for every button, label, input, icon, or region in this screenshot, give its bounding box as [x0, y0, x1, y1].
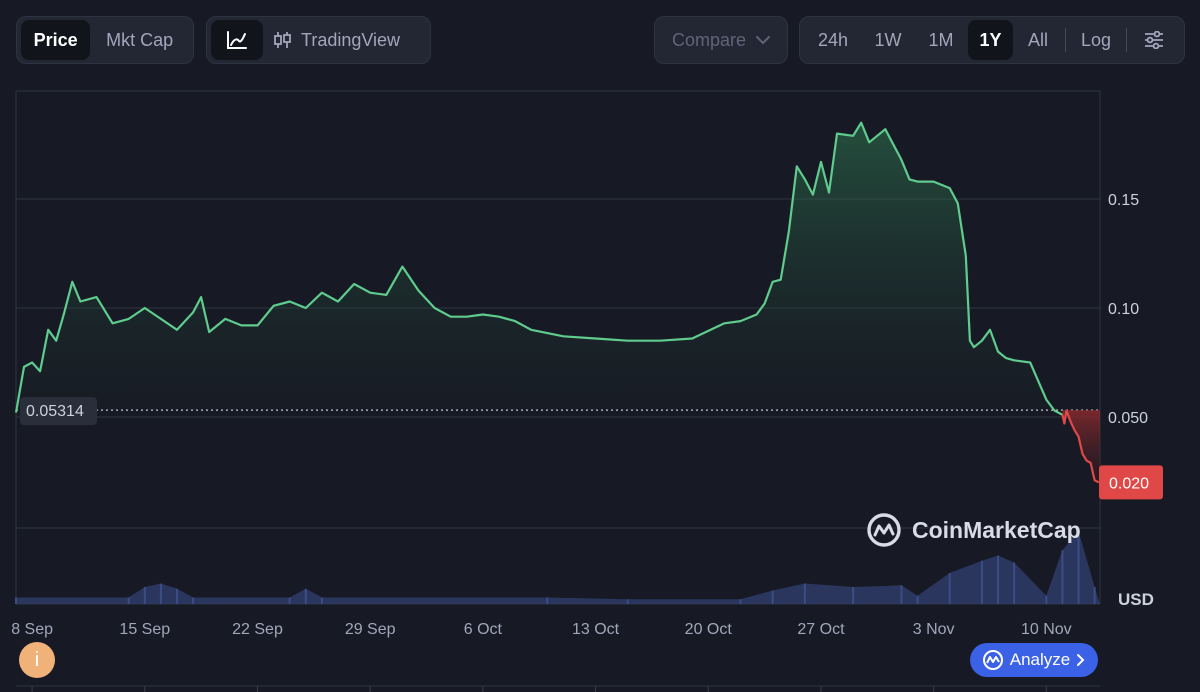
- x-axis: 8 Sep 15 Sep 22 Sep 29 Sep 6 Oct 13 Oct 20 Oct…: [11, 621, 1100, 692]
- volume-bar: [175, 588, 178, 604]
- volume-bar: [1045, 595, 1048, 604]
- x-tick-label: 29 Sep: [345, 621, 396, 638]
- volume-bar: [143, 587, 146, 604]
- x-tick-label: 13 Oct: [572, 621, 620, 638]
- volume-bar: [900, 585, 903, 604]
- volume-bar: [192, 597, 195, 604]
- current-price-label: 0.020: [1109, 475, 1149, 492]
- volume-bar: [159, 583, 162, 604]
- volume-bar: [320, 597, 323, 604]
- up-area-fill: [16, 122, 1063, 415]
- x-tick-label: 20 Oct: [685, 621, 733, 638]
- volume-bar: [739, 599, 742, 604]
- volume-bar: [288, 597, 291, 604]
- volume-bar: [997, 555, 1000, 604]
- y-tick-label: 0.15: [1108, 192, 1139, 209]
- watermark-text: CoinMarketCap: [912, 516, 1081, 543]
- price-chart[interactable]: 0.15 0.10 0.050 USD 0.05314 0.020 8 Sep 15 Sep…: [0, 0, 1200, 692]
- x-tick-label: 6 Oct: [464, 621, 503, 638]
- currency-label: USD: [1118, 590, 1154, 609]
- x-tick-label: 10 Nov: [1021, 621, 1072, 638]
- chevron-right-icon: [1077, 654, 1085, 666]
- volume-bar: [626, 599, 629, 604]
- analyze-button[interactable]: Analyze: [970, 643, 1098, 677]
- coinmarketcap-logo-icon: [867, 513, 901, 547]
- volume-bar: [546, 597, 549, 604]
- volume-bar: [771, 590, 774, 604]
- volume-bar: [15, 597, 17, 604]
- analyze-icon: [982, 650, 1003, 670]
- x-tick-label: 22 Sep: [232, 621, 283, 638]
- reference-price-label: 0.05314: [26, 403, 84, 420]
- x-tick-label: 3 Nov: [913, 621, 955, 638]
- x-tick-label: 8 Sep: [11, 621, 53, 638]
- volume-bar: [852, 587, 855, 604]
- volume-bar: [948, 573, 951, 604]
- x-tick-label: 27 Oct: [797, 621, 845, 638]
- y-tick-label: 0.050: [1108, 410, 1148, 427]
- volume-bar: [1013, 562, 1016, 604]
- volume-bar: [1093, 587, 1096, 604]
- x-tick-label: 15 Sep: [119, 621, 170, 638]
- y-tick-label: 0.10: [1108, 301, 1139, 318]
- info-icon: i: [34, 648, 40, 671]
- volume-bar: [916, 595, 919, 604]
- volume-bar: [1061, 550, 1064, 604]
- analyze-label: Analyze: [1009, 650, 1071, 669]
- volume-bar: [803, 583, 806, 604]
- volume-bar: [304, 588, 307, 604]
- info-button[interactable]: i: [19, 642, 55, 678]
- price-area: [16, 122, 1100, 483]
- volume-bar: [980, 560, 983, 604]
- volume-bar: [127, 597, 130, 604]
- coinmarketcap-watermark: CoinMarketCap: [866, 512, 1081, 548]
